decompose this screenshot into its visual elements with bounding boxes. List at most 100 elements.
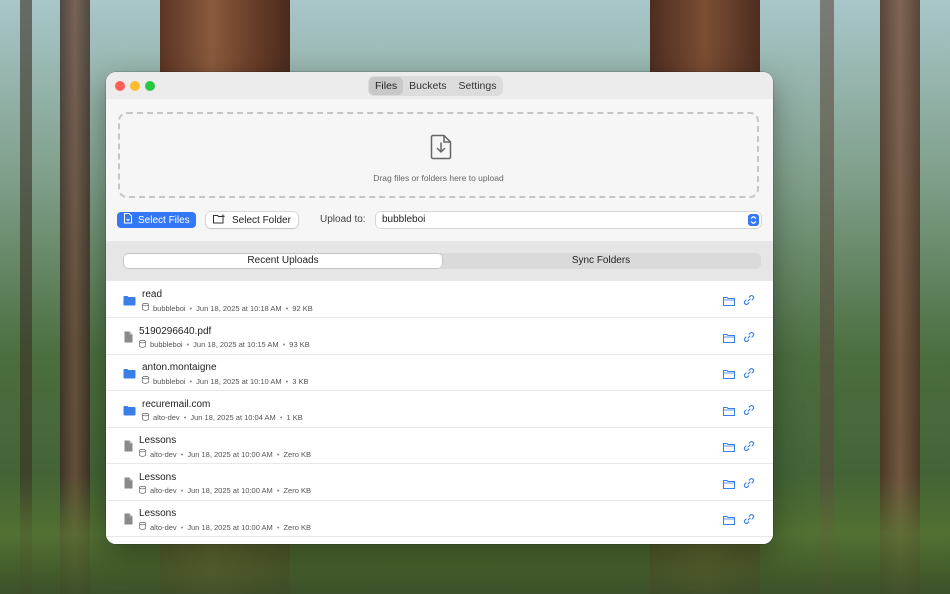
list-item[interactable]: Lessons alto-dev • Jun 18, 2025 at 10:00 AM…	[106, 427, 773, 464]
close-window-button[interactable]	[115, 81, 125, 91]
bucket-icon	[139, 485, 146, 496]
list-item[interactable]: Lessons alto-dev • Jun 18, 2025 at 10:00 AM…	[106, 500, 773, 537]
app-window: Files Buckets Settings Drag files or fol…	[106, 72, 773, 544]
item-meta: alto-dev • Jun 18, 2025 at 10:00 AM • Zero K…	[139, 449, 311, 459]
bucket-icon	[142, 376, 149, 386]
list-item[interactable]: 5190296640.pdf bubbleboi • Jun 18, 2025 at …	[106, 318, 773, 355]
separator-dot: •	[282, 340, 286, 349]
folder-add-icon	[213, 214, 226, 227]
list-item[interactable]: recuremail.com alto-dev • Jun 18, 2025 at 1…	[106, 391, 773, 428]
list-item[interactable]: anton.montaigne bubbleboi • Jun 18, 2025 at…	[106, 354, 773, 391]
item-size: 93 KB	[289, 340, 310, 349]
folder-icon	[123, 403, 136, 415]
item-size: Zero KB	[283, 449, 311, 459]
copy-link-icon[interactable]	[743, 403, 755, 415]
item-date: Jun 18, 2025 at 10:10 AM	[196, 376, 282, 386]
item-meta: alto-dev • Jun 18, 2025 at 10:00 AM • Zero K…	[139, 522, 311, 532]
copy-link-icon[interactable]	[743, 512, 755, 524]
item-actions	[723, 366, 755, 379]
item-name: read	[142, 289, 163, 300]
separator-dot: •	[186, 340, 190, 349]
separator-dot: •	[180, 486, 184, 495]
reveal-folder-icon[interactable]	[723, 403, 735, 416]
item-date: Jun 18, 2025 at 10:00 AM	[187, 522, 273, 532]
copy-link-icon[interactable]	[743, 439, 755, 451]
reveal-folder-icon[interactable]	[723, 293, 735, 306]
item-name: Lessons	[139, 508, 177, 519]
document-icon	[123, 439, 136, 452]
item-size: Zero KB	[283, 486, 311, 495]
reveal-folder-icon[interactable]	[723, 512, 735, 525]
item-size: 1 KB	[286, 413, 303, 422]
upload-bucket-value: bubbleboi	[382, 214, 426, 225]
item-size: 92 KB	[292, 303, 313, 313]
item-name: 5190296640.pdf	[139, 325, 212, 337]
item-size: 3 KB	[292, 376, 309, 386]
separator-dot: •	[285, 376, 289, 386]
item-meta: alto-dev • Jun 18, 2025 at 10:04 AM • 1 KB	[142, 412, 303, 423]
segment-sync-folders[interactable]: Sync Folders	[442, 254, 760, 268]
folder-icon	[123, 366, 136, 379]
item-date: Jun 18, 2025 at 10:00 AM	[187, 486, 273, 495]
upload-bucket-select[interactable]: bubbleboi	[376, 212, 761, 228]
item-meta: alto-dev • Jun 18, 2025 at 10:00 AM • Zero K…	[139, 485, 311, 496]
item-name: anton.montaigne	[142, 362, 217, 373]
item-size: Zero KB	[283, 522, 311, 532]
item-meta: bubbleboi • Jun 18, 2025 at 10:10 AM • 3 KB	[142, 376, 309, 386]
tab-settings[interactable]: Settings	[453, 77, 503, 95]
list-item[interactable]: Lessons alto-dev • Jun 18, 2025 at 10:00 AM…	[106, 464, 773, 501]
item-name: Lessons	[139, 435, 177, 446]
item-meta: bubbleboi • Jun 18, 2025 at 10:18 AM • 92 KB	[142, 303, 313, 313]
list-item[interactable]: read bubbleboi • Jun 18, 2025 at 10:18 AM • 9…	[106, 281, 773, 318]
select-folder-label: Select Folder	[232, 214, 291, 226]
upload-panel: Drag files or folders here to upload Sel…	[106, 99, 773, 241]
item-date: Jun 18, 2025 at 10:00 AM	[187, 449, 273, 459]
main-tabs: Files Buckets Settings	[368, 76, 504, 96]
document-icon	[123, 476, 136, 488]
reveal-folder-icon[interactable]	[723, 476, 735, 489]
item-actions	[723, 439, 755, 452]
upload-to-label: Upload to:	[320, 214, 366, 225]
document-icon	[123, 330, 136, 342]
item-date: Jun 18, 2025 at 10:18 AM	[196, 303, 282, 313]
file-download-icon	[430, 134, 452, 160]
minimize-window-button[interactable]	[130, 81, 140, 91]
item-name: recuremail.com	[142, 398, 211, 410]
select-files-button[interactable]: Select Files	[117, 212, 196, 228]
separator-dot: •	[276, 522, 280, 532]
separator-dot: •	[183, 413, 187, 422]
select-files-label: Select Files	[138, 214, 190, 226]
item-actions	[723, 403, 755, 416]
segment-recent-uploads[interactable]: Recent Uploads	[124, 254, 442, 268]
copy-link-icon[interactable]	[743, 476, 755, 488]
drop-zone[interactable]: Drag files or folders here to upload	[118, 112, 759, 198]
reveal-folder-icon[interactable]	[723, 439, 735, 452]
separator-dot: •	[276, 486, 280, 495]
item-actions	[723, 293, 755, 306]
separator-dot: •	[189, 376, 193, 386]
recent-uploads-list: read bubbleboi • Jun 18, 2025 at 10:18 AM • 9…	[106, 281, 773, 544]
chevron-up-down-icon	[748, 214, 759, 226]
bucket-icon	[142, 303, 149, 313]
file-icon	[123, 213, 133, 227]
reveal-folder-icon[interactable]	[723, 366, 735, 379]
copy-link-icon[interactable]	[743, 366, 755, 378]
copy-link-icon[interactable]	[743, 330, 755, 342]
reveal-folder-icon[interactable]	[723, 330, 735, 343]
tab-buckets[interactable]: Buckets	[403, 77, 452, 95]
separator-dot: •	[180, 449, 184, 459]
zoom-window-button[interactable]	[145, 81, 155, 91]
view-switcher-area: Recent Uploads Sync Folders	[106, 241, 773, 281]
drop-zone-text: Drag files or folders here to upload	[373, 173, 504, 183]
view-segmented-control: Recent Uploads Sync Folders	[123, 253, 761, 269]
item-date: Jun 18, 2025 at 10:04 AM	[190, 413, 276, 422]
separator-dot: •	[189, 303, 193, 313]
select-folder-button[interactable]: Select Folder	[206, 212, 298, 228]
item-bucket: alto-dev	[153, 413, 180, 422]
bucket-icon	[142, 412, 149, 423]
bucket-icon	[139, 522, 146, 532]
copy-link-icon[interactable]	[743, 293, 755, 305]
tab-files[interactable]: Files	[369, 77, 404, 95]
item-meta: bubbleboi • Jun 18, 2025 at 10:15 AM • 93 KB	[139, 339, 310, 350]
item-bucket: bubbleboi	[153, 376, 186, 386]
